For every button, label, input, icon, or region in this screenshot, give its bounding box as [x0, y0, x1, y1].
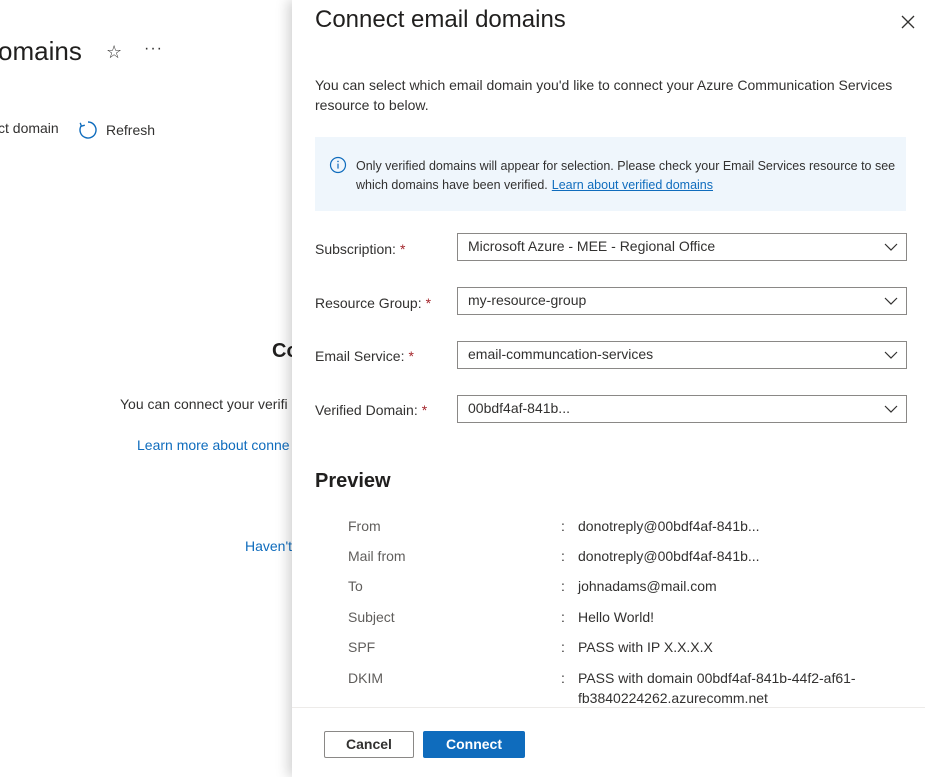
star-icon[interactable]: ☆: [106, 42, 122, 63]
connect-email-domains-panel: Connect email domains You can select whi…: [292, 0, 925, 777]
preview-colon: :: [561, 548, 565, 564]
chevron-down-icon: [884, 404, 898, 414]
preview-label: To: [348, 578, 363, 594]
resource-group-dropdown[interactable]: my-resource-group: [457, 287, 907, 315]
subscription-row: Subscription: * Microsoft Azure - MEE - R…: [315, 233, 907, 261]
close-icon: [901, 15, 915, 29]
panel-title: Connect email domains: [315, 6, 566, 33]
email-service-label: Email Service: *: [315, 348, 414, 364]
preview-value: johnadams@mail.com: [578, 578, 717, 594]
preview-colon: :: [561, 518, 565, 534]
empty-state-link[interactable]: Learn more about conne: [137, 437, 290, 453]
preview-title: Preview: [315, 470, 391, 492]
preview-colon: :: [561, 578, 565, 594]
required-marker: *: [421, 402, 428, 418]
preview-label: From: [348, 518, 381, 534]
preview-value: PASS with IP X.X.X.X: [578, 639, 713, 655]
preview-colon: :: [561, 639, 565, 655]
refresh-label: Refresh: [106, 122, 156, 138]
chevron-down-icon: [884, 350, 898, 360]
preview-value: donotreply@00bdf4af-841b...: [578, 548, 760, 564]
preview-colon: :: [561, 670, 565, 686]
refresh-icon: [79, 121, 97, 139]
preview-label: Subject: [348, 609, 395, 625]
chevron-down-icon: [884, 242, 898, 252]
verified-domain-row: Verified Domain: * 00bdf4af-841b...: [315, 395, 907, 423]
subscription-label: Subscription: *: [315, 241, 406, 257]
verified-domain-dropdown[interactable]: 00bdf4af-841b...: [457, 395, 907, 423]
preview-label: Mail from: [348, 548, 406, 564]
info-message-bar: Only verified domains will appear for se…: [315, 137, 906, 211]
required-marker: *: [399, 241, 406, 257]
footer-divider: [292, 707, 925, 708]
verified-domain-value: 00bdf4af-841b...: [468, 400, 570, 416]
connect-button[interactable]: Connect: [423, 731, 525, 758]
preview-value: donotreply@00bdf4af-841b...: [578, 518, 760, 534]
preview-colon: :: [561, 609, 565, 625]
subscription-value: Microsoft Azure - MEE - Regional Office: [468, 238, 716, 254]
email-service-row: Email Service: * email-communcation-servi…: [315, 341, 907, 369]
refresh-button[interactable]: Refresh: [78, 120, 155, 140]
havent-link[interactable]: Haven't: [245, 538, 292, 554]
page-title: omains: [0, 36, 82, 66]
preview-label: DKIM: [348, 670, 383, 686]
required-marker: *: [408, 348, 414, 364]
email-service-dropdown[interactable]: email-communcation-services: [457, 341, 907, 369]
learn-about-verified-domains-link[interactable]: Learn about verified domains: [552, 178, 713, 192]
preview-value: Hello World!: [578, 609, 654, 625]
close-button[interactable]: [898, 12, 918, 32]
resource-group-row: Resource Group: * my-resource-group: [315, 287, 907, 315]
preview-label: SPF: [348, 639, 376, 655]
info-message-text: Only verified domains will appear for se…: [356, 157, 896, 195]
panel-intro-text: You can select which email domain you'd …: [315, 77, 893, 113]
empty-state-description: You can connect your verifi: [120, 396, 288, 412]
cancel-button[interactable]: Cancel: [324, 731, 414, 758]
required-marker: *: [425, 295, 432, 311]
email-service-value: email-communcation-services: [468, 346, 654, 362]
connect-domain-button[interactable]: ct domain: [0, 120, 59, 136]
more-options-icon[interactable]: ···: [144, 40, 163, 58]
resource-group-value: my-resource-group: [468, 292, 587, 308]
subscription-dropdown[interactable]: Microsoft Azure - MEE - Regional Office: [457, 233, 907, 261]
resource-group-label: Resource Group: *: [315, 295, 432, 311]
info-icon: [329, 156, 347, 174]
preview-value: PASS with domain 00bdf4af-841b-44f2-af61…: [578, 670, 856, 706]
verified-domain-label: Verified Domain: *: [315, 402, 428, 418]
chevron-down-icon: [884, 296, 898, 306]
